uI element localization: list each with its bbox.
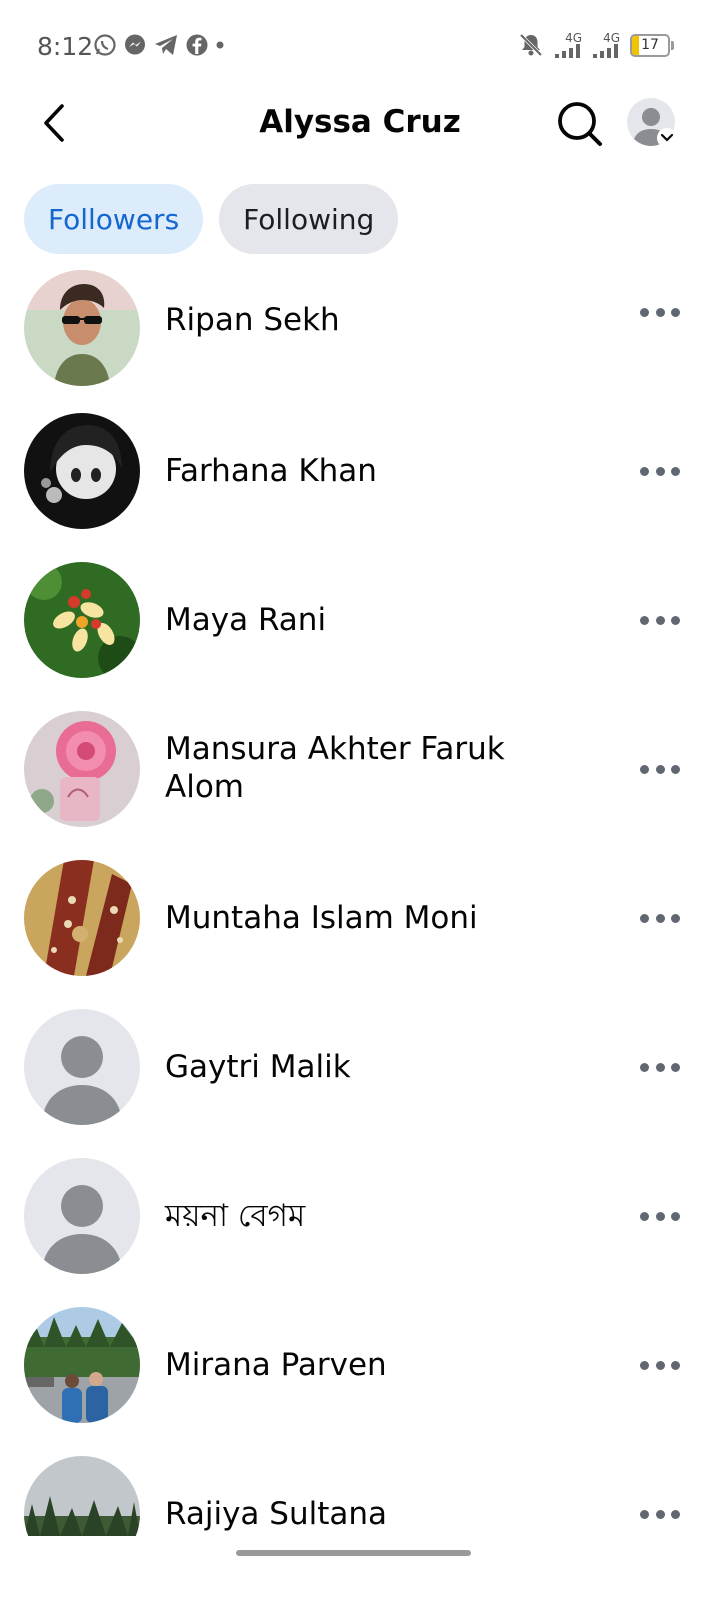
signal-1: 4G bbox=[554, 32, 582, 58]
follower-name[interactable]: ময়না বেগম bbox=[165, 1197, 585, 1235]
list-item[interactable]: Maya Rani bbox=[0, 558, 720, 707]
follower-name[interactable]: Mansura Akhter Faruk Alom bbox=[165, 730, 585, 806]
follower-name[interactable]: Maya Rani bbox=[165, 601, 585, 639]
network-type-label: 4G bbox=[603, 31, 620, 45]
avatar[interactable] bbox=[24, 1456, 140, 1536]
telegram-icon bbox=[155, 35, 177, 55]
more-options-icon[interactable] bbox=[640, 615, 680, 625]
default-avatar-icon bbox=[24, 1158, 140, 1274]
app-header: Alyssa Cruz bbox=[0, 90, 720, 160]
more-options-icon[interactable] bbox=[640, 1211, 680, 1221]
more-options-icon[interactable] bbox=[640, 1062, 680, 1072]
search-icon[interactable] bbox=[556, 100, 604, 148]
follower-name[interactable]: Mirana Parven bbox=[165, 1346, 585, 1384]
followers-list: Ripan Sekh Farhana Khan Maya Rani Mansur… bbox=[0, 270, 720, 1536]
list-item[interactable]: Gaytri Malik bbox=[0, 1005, 720, 1154]
more-options-icon[interactable] bbox=[640, 913, 680, 923]
chevron-down-icon[interactable] bbox=[657, 128, 677, 148]
more-options-icon[interactable] bbox=[640, 307, 680, 317]
follower-name[interactable]: Muntaha Islam Moni bbox=[165, 899, 585, 937]
avatar[interactable] bbox=[24, 711, 140, 827]
list-item[interactable]: Mansura Akhter Faruk Alom bbox=[0, 707, 720, 856]
list-item[interactable]: Ripan Sekh bbox=[0, 270, 720, 409]
status-bar: 8:12 4G 4G 17 bbox=[0, 0, 720, 90]
list-item[interactable]: Rajiya Sultana bbox=[0, 1452, 720, 1536]
tab-following[interactable]: Following bbox=[219, 184, 399, 254]
dot-icon bbox=[216, 41, 224, 49]
battery-indicator: 17 bbox=[630, 33, 674, 57]
signal-icon bbox=[593, 44, 618, 58]
more-options-icon[interactable] bbox=[640, 466, 680, 476]
tab-followers[interactable]: Followers bbox=[24, 184, 204, 254]
facebook-icon bbox=[186, 34, 208, 56]
signal-2: 4G bbox=[592, 32, 620, 58]
status-time: 8:12 bbox=[37, 32, 94, 61]
more-options-icon[interactable] bbox=[640, 764, 680, 774]
more-options-icon[interactable] bbox=[640, 1509, 680, 1519]
avatar[interactable] bbox=[24, 1158, 140, 1274]
home-indicator[interactable] bbox=[236, 1550, 471, 1556]
default-avatar-icon bbox=[24, 1009, 140, 1125]
network-type-label: 4G bbox=[565, 31, 582, 45]
avatar[interactable] bbox=[24, 562, 140, 678]
bell-off-icon bbox=[519, 33, 543, 57]
avatar[interactable] bbox=[24, 860, 140, 976]
list-item[interactable]: Mirana Parven bbox=[0, 1303, 720, 1452]
avatar[interactable] bbox=[24, 1009, 140, 1125]
follower-name[interactable]: Ripan Sekh bbox=[165, 301, 585, 339]
battery-level: 17 bbox=[641, 37, 659, 53]
tab-bar: Followers Following bbox=[24, 184, 399, 254]
whatsapp-icon bbox=[94, 34, 116, 56]
follower-name[interactable]: Gaytri Malik bbox=[165, 1048, 585, 1086]
list-item[interactable]: Farhana Khan bbox=[0, 409, 720, 558]
list-item[interactable]: Muntaha Islam Moni bbox=[0, 856, 720, 1005]
follower-name[interactable]: Farhana Khan bbox=[165, 452, 585, 490]
follower-name[interactable]: Rajiya Sultana bbox=[165, 1495, 585, 1533]
signal-icon bbox=[555, 44, 580, 58]
avatar[interactable] bbox=[24, 413, 140, 529]
more-options-icon[interactable] bbox=[640, 1360, 680, 1370]
notification-icons bbox=[93, 33, 225, 57]
avatar[interactable] bbox=[24, 1307, 140, 1423]
list-item[interactable]: ময়না বেগম bbox=[0, 1154, 720, 1303]
page-title: Alyssa Cruz bbox=[259, 104, 461, 140]
avatar[interactable] bbox=[24, 270, 140, 386]
messenger-icon bbox=[125, 34, 145, 55]
